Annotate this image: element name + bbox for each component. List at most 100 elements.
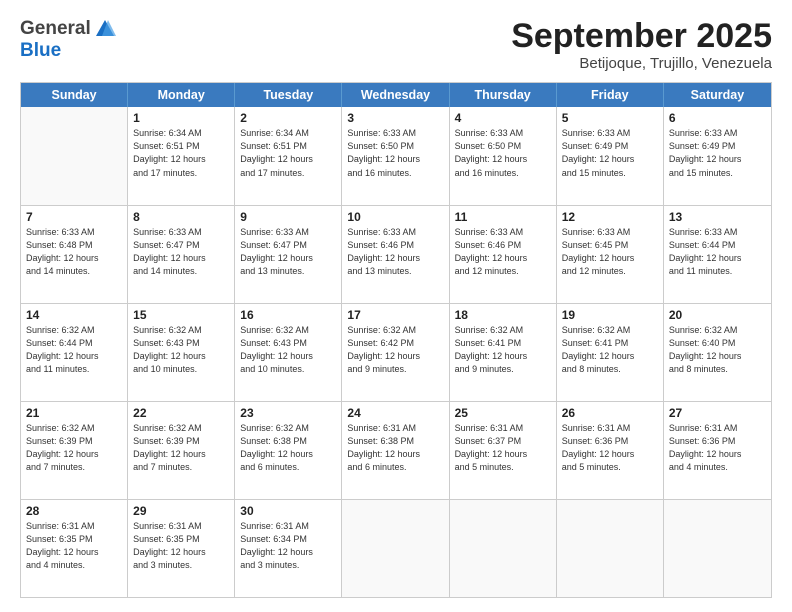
day-number: 6 (669, 111, 766, 125)
cal-cell-4-5 (557, 500, 664, 597)
cal-cell-3-5: 26 Sunrise: 6:31 AM Sunset: 6:36 PM Dayli… (557, 402, 664, 499)
cal-cell-3-6: 27 Sunrise: 6:31 AM Sunset: 6:36 PM Dayli… (664, 402, 771, 499)
day-number: 4 (455, 111, 551, 125)
logo: General Blue (20, 18, 116, 62)
day-number: 28 (26, 504, 122, 518)
cal-cell-3-4: 25 Sunrise: 6:31 AM Sunset: 6:37 PM Dayli… (450, 402, 557, 499)
cell-info: Sunrise: 6:32 AM Sunset: 6:41 PM Dayligh… (455, 324, 551, 376)
day-number: 13 (669, 210, 766, 224)
day-number: 11 (455, 210, 551, 224)
calendar-row-4: 28 Sunrise: 6:31 AM Sunset: 6:35 PM Dayli… (21, 500, 771, 597)
cell-info: Sunrise: 6:31 AM Sunset: 6:34 PM Dayligh… (240, 520, 336, 572)
cal-cell-2-2: 16 Sunrise: 6:32 AM Sunset: 6:43 PM Dayli… (235, 304, 342, 401)
cal-cell-2-3: 17 Sunrise: 6:32 AM Sunset: 6:42 PM Dayli… (342, 304, 449, 401)
weekday-tuesday: Tuesday (235, 83, 342, 107)
cell-info: Sunrise: 6:33 AM Sunset: 6:49 PM Dayligh… (669, 127, 766, 179)
day-number: 26 (562, 406, 658, 420)
day-number: 21 (26, 406, 122, 420)
cell-info: Sunrise: 6:31 AM Sunset: 6:35 PM Dayligh… (26, 520, 122, 572)
cal-cell-3-3: 24 Sunrise: 6:31 AM Sunset: 6:38 PM Dayli… (342, 402, 449, 499)
weekday-sunday: Sunday (21, 83, 128, 107)
cal-cell-0-0 (21, 107, 128, 204)
page: General Blue September 2025 Betijoque, T… (0, 0, 792, 612)
cal-cell-0-4: 4Sunrise: 6:33 AM Sunset: 6:50 PM Daylig… (450, 107, 557, 204)
cal-cell-1-1: 8 Sunrise: 6:33 AM Sunset: 6:47 PM Daylig… (128, 206, 235, 303)
cell-info: Sunrise: 6:33 AM Sunset: 6:45 PM Dayligh… (562, 226, 658, 278)
cell-info: Sunrise: 6:33 AM Sunset: 6:49 PM Dayligh… (562, 127, 658, 179)
day-number: 20 (669, 308, 766, 322)
cell-info: Sunrise: 6:32 AM Sunset: 6:41 PM Dayligh… (562, 324, 658, 376)
logo-blue-text: Blue (20, 40, 61, 61)
day-number: 12 (562, 210, 658, 224)
cal-cell-2-6: 20 Sunrise: 6:32 AM Sunset: 6:40 PM Dayli… (664, 304, 771, 401)
cal-cell-2-4: 18 Sunrise: 6:32 AM Sunset: 6:41 PM Dayli… (450, 304, 557, 401)
cal-cell-1-6: 13 Sunrise: 6:33 AM Sunset: 6:44 PM Dayli… (664, 206, 771, 303)
day-number: 16 (240, 308, 336, 322)
cell-info: Sunrise: 6:31 AM Sunset: 6:36 PM Dayligh… (562, 422, 658, 474)
day-number: 3 (347, 111, 443, 125)
calendar-body: 1 Sunrise: 6:34 AM Sunset: 6:51 PM Daylig… (21, 107, 771, 597)
cell-info: Sunrise: 6:32 AM Sunset: 6:40 PM Dayligh… (669, 324, 766, 376)
day-number: 14 (26, 308, 122, 322)
cell-info: Sunrise: 6:33 AM Sunset: 6:47 PM Dayligh… (133, 226, 229, 278)
day-number: 27 (669, 406, 766, 420)
cal-cell-4-6 (664, 500, 771, 597)
cell-info: Sunrise: 6:32 AM Sunset: 6:38 PM Dayligh… (240, 422, 336, 474)
cal-cell-4-0: 28 Sunrise: 6:31 AM Sunset: 6:35 PM Dayli… (21, 500, 128, 597)
cal-cell-3-0: 21 Sunrise: 6:32 AM Sunset: 6:39 PM Dayli… (21, 402, 128, 499)
cell-info: Sunrise: 6:31 AM Sunset: 6:37 PM Dayligh… (455, 422, 551, 474)
day-number: 7 (26, 210, 122, 224)
cell-info: Sunrise: 6:33 AM Sunset: 6:46 PM Dayligh… (455, 226, 551, 278)
weekday-monday: Monday (128, 83, 235, 107)
day-number: 8 (133, 210, 229, 224)
title-section: September 2025 Betijoque, Trujillo, Vene… (511, 18, 772, 72)
weekday-thursday: Thursday (450, 83, 557, 107)
day-number: 19 (562, 308, 658, 322)
cell-info: Sunrise: 6:32 AM Sunset: 6:39 PM Dayligh… (133, 422, 229, 474)
location-subtitle: Betijoque, Trujillo, Venezuela (511, 55, 772, 72)
cell-info: Sunrise: 6:33 AM Sunset: 6:44 PM Dayligh… (669, 226, 766, 278)
cal-cell-1-0: 7 Sunrise: 6:33 AM Sunset: 6:48 PM Daylig… (21, 206, 128, 303)
cal-cell-0-3: 3 Sunrise: 6:33 AM Sunset: 6:50 PM Daylig… (342, 107, 449, 204)
cal-cell-1-4: 11 Sunrise: 6:33 AM Sunset: 6:46 PM Dayli… (450, 206, 557, 303)
calendar-row-3: 21 Sunrise: 6:32 AM Sunset: 6:39 PM Dayli… (21, 402, 771, 500)
cal-cell-0-6: 6 Sunrise: 6:33 AM Sunset: 6:49 PM Daylig… (664, 107, 771, 204)
day-number: 23 (240, 406, 336, 420)
day-number: 17 (347, 308, 443, 322)
cell-info: Sunrise: 6:31 AM Sunset: 6:38 PM Dayligh… (347, 422, 443, 474)
cell-info: Sunrise: 6:33 AM Sunset: 6:50 PM Dayligh… (347, 127, 443, 179)
day-number: 24 (347, 406, 443, 420)
cell-info: Sunrise: 6:33 AM Sunset: 6:46 PM Dayligh… (347, 226, 443, 278)
cal-cell-0-2: 2 Sunrise: 6:34 AM Sunset: 6:51 PM Daylig… (235, 107, 342, 204)
cell-info: Sunrise: 6:31 AM Sunset: 6:35 PM Dayligh… (133, 520, 229, 572)
cell-info: Sunrise: 6:31 AM Sunset: 6:36 PM Dayligh… (669, 422, 766, 474)
cal-cell-3-2: 23 Sunrise: 6:32 AM Sunset: 6:38 PM Dayli… (235, 402, 342, 499)
day-number: 10 (347, 210, 443, 224)
cell-info: Sunrise: 6:34 AM Sunset: 6:51 PM Dayligh… (240, 127, 336, 179)
calendar-row-2: 14Sunrise: 6:32 AM Sunset: 6:44 PM Dayli… (21, 304, 771, 402)
cal-cell-4-4 (450, 500, 557, 597)
cell-info: Sunrise: 6:32 AM Sunset: 6:43 PM Dayligh… (240, 324, 336, 376)
cal-cell-4-1: 29Sunrise: 6:31 AM Sunset: 6:35 PM Dayli… (128, 500, 235, 597)
cell-info: Sunrise: 6:33 AM Sunset: 6:47 PM Dayligh… (240, 226, 336, 278)
calendar-row-0: 1 Sunrise: 6:34 AM Sunset: 6:51 PM Daylig… (21, 107, 771, 205)
cell-info: Sunrise: 6:32 AM Sunset: 6:43 PM Dayligh… (133, 324, 229, 376)
cell-info: Sunrise: 6:32 AM Sunset: 6:39 PM Dayligh… (26, 422, 122, 474)
weekday-wednesday: Wednesday (342, 83, 449, 107)
day-number: 2 (240, 111, 336, 125)
day-number: 1 (133, 111, 229, 125)
day-number: 5 (562, 111, 658, 125)
cell-info: Sunrise: 6:32 AM Sunset: 6:42 PM Dayligh… (347, 324, 443, 376)
day-number: 25 (455, 406, 551, 420)
day-number: 18 (455, 308, 551, 322)
cal-cell-1-2: 9Sunrise: 6:33 AM Sunset: 6:47 PM Daylig… (235, 206, 342, 303)
cal-cell-0-1: 1Sunrise: 6:34 AM Sunset: 6:51 PM Daylig… (128, 107, 235, 204)
cell-info: Sunrise: 6:33 AM Sunset: 6:48 PM Dayligh… (26, 226, 122, 278)
calendar-header: Sunday Monday Tuesday Wednesday Thursday… (21, 83, 771, 107)
cal-cell-0-5: 5 Sunrise: 6:33 AM Sunset: 6:49 PM Daylig… (557, 107, 664, 204)
cal-cell-3-1: 22 Sunrise: 6:32 AM Sunset: 6:39 PM Dayli… (128, 402, 235, 499)
cal-cell-1-3: 10 Sunrise: 6:33 AM Sunset: 6:46 PM Dayli… (342, 206, 449, 303)
month-title: September 2025 (511, 18, 772, 55)
day-number: 22 (133, 406, 229, 420)
day-number: 15 (133, 308, 229, 322)
